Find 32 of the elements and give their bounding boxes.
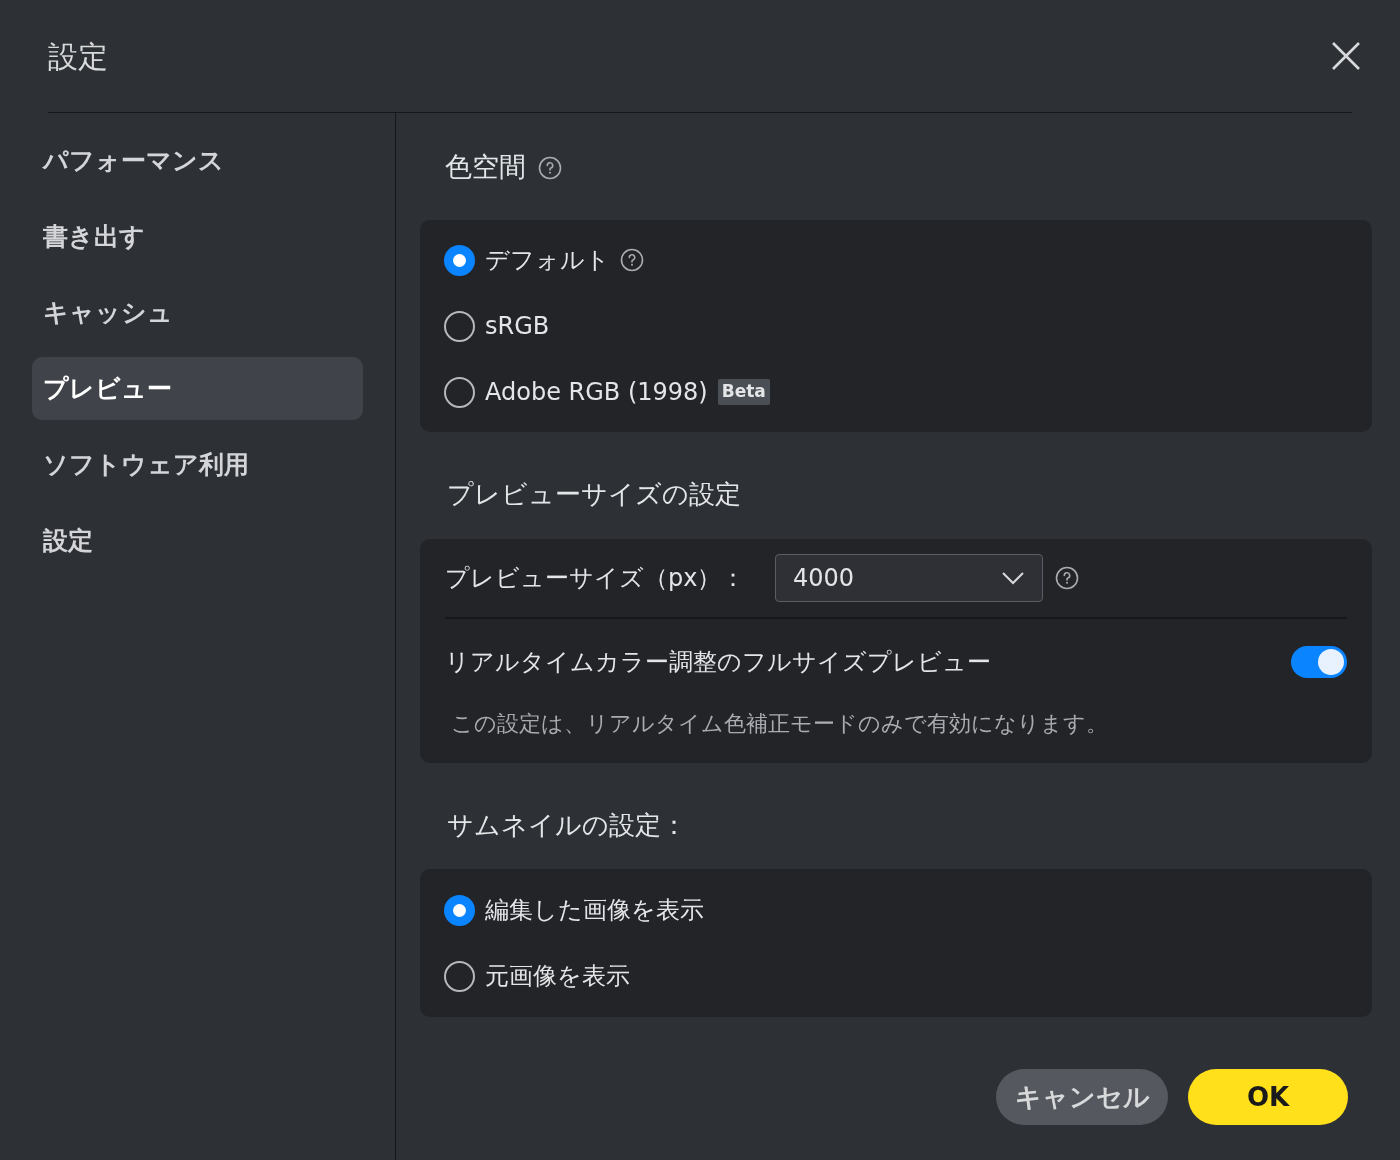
cancel-button[interactable]: キャンセル (996, 1069, 1168, 1125)
radio-label: 編集した画像を表示 (485, 895, 704, 926)
section-heading: 色空間 (445, 150, 526, 185)
toggle-switch[interactable] (1291, 646, 1347, 678)
radio-label: Adobe RGB (1998) (485, 377, 708, 408)
radio-label: 元画像を表示 (485, 961, 630, 992)
section-heading: プレビューサイズの設定 (447, 478, 741, 511)
sidebar-item[interactable]: パフォーマンス (32, 129, 363, 192)
field-label: プレビューサイズ（px）： (445, 563, 747, 594)
sidebar-item[interactable]: 設定 (32, 509, 363, 572)
sidebar-item[interactable]: キャッシュ (32, 281, 363, 344)
help-icon[interactable] (538, 155, 562, 180)
toggle-label: リアルタイムカラー調整のフルサイズプレビュー (445, 647, 991, 678)
dialog-title: 設定 (48, 37, 108, 76)
radio-label: sRGB (485, 311, 550, 342)
radio-label: デフォルト (485, 245, 610, 276)
sidebar-item[interactable]: プレビュー (32, 357, 363, 420)
radio-button[interactable] (444, 310, 475, 342)
radio-button[interactable] (444, 960, 475, 992)
chevron-down-icon (1001, 571, 1025, 585)
ok-button[interactable]: OK (1188, 1069, 1348, 1125)
radio-button[interactable] (444, 376, 475, 408)
note-text: この設定は、リアルタイム色補正モードのみで有効になります。 (451, 710, 1108, 738)
sidebar-item[interactable]: 書き出す (32, 205, 363, 268)
size-dropdown[interactable]: 4000 (775, 554, 1043, 602)
help-icon[interactable] (620, 248, 644, 272)
section-heading: サムネイルの設定： (447, 808, 687, 842)
sidebar-item[interactable]: ソフトウェア利用 (32, 433, 363, 496)
help-icon[interactable] (1055, 566, 1079, 590)
radio-button[interactable] (444, 244, 475, 276)
radio-button[interactable] (444, 894, 475, 926)
beta-badge: Beta (717, 379, 770, 405)
